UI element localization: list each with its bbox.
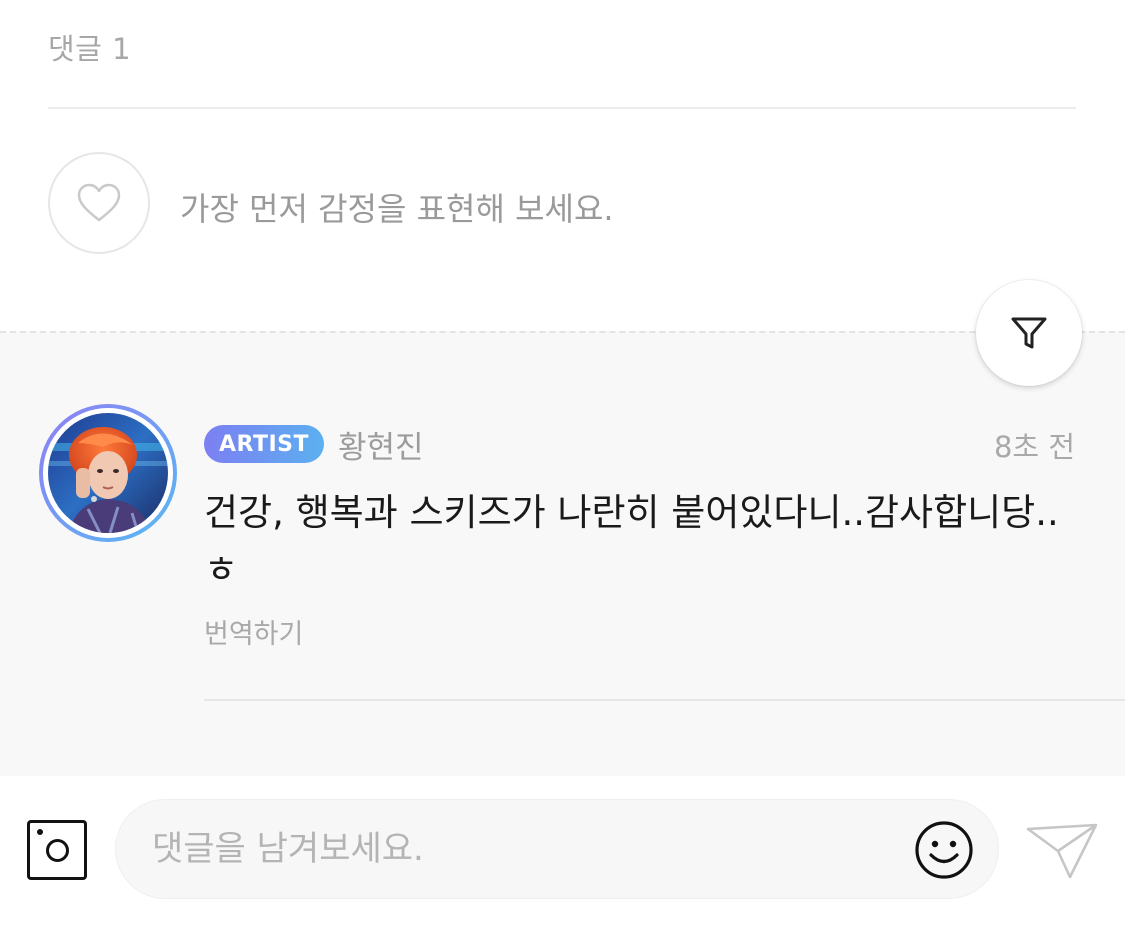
header-divider bbox=[48, 107, 1076, 109]
comment-text: 건강, 행복과 스키즈가 나란히 붙어있다니..감사합니당..ㅎ bbox=[204, 491, 1059, 591]
reaction-heart-button[interactable] bbox=[48, 152, 150, 254]
comment-input[interactable] bbox=[115, 799, 999, 899]
send-button[interactable] bbox=[1024, 821, 1100, 881]
translate-link[interactable]: 번역하기 bbox=[204, 612, 303, 651]
camera-button[interactable] bbox=[27, 820, 87, 880]
avatar-photo bbox=[48, 413, 168, 533]
comment-timestamp: 8초 전 bbox=[993, 430, 1075, 464]
filter-button[interactable] bbox=[976, 280, 1082, 386]
filter-funnel-icon bbox=[1011, 317, 1047, 349]
heart-outline-icon bbox=[77, 183, 121, 222]
emoji-button[interactable] bbox=[914, 820, 974, 880]
reaction-prompt: 가장 먼저 감정을 표현해 보세요. bbox=[180, 190, 614, 228]
artist-badge: ARTIST bbox=[204, 425, 324, 463]
comment-count-label: 댓글 1 bbox=[48, 32, 132, 66]
comments-screen: 댓글 1 가장 먼저 감정을 표현해 보세요. ARTIST 황현진 8초 전 … bbox=[0, 0, 1125, 938]
paper-plane-send-icon bbox=[1026, 823, 1098, 879]
smiley-face-icon bbox=[915, 821, 973, 879]
author-name[interactable]: 황현진 bbox=[338, 422, 424, 467]
author-avatar[interactable] bbox=[39, 404, 177, 542]
comment-divider bbox=[204, 699, 1125, 701]
